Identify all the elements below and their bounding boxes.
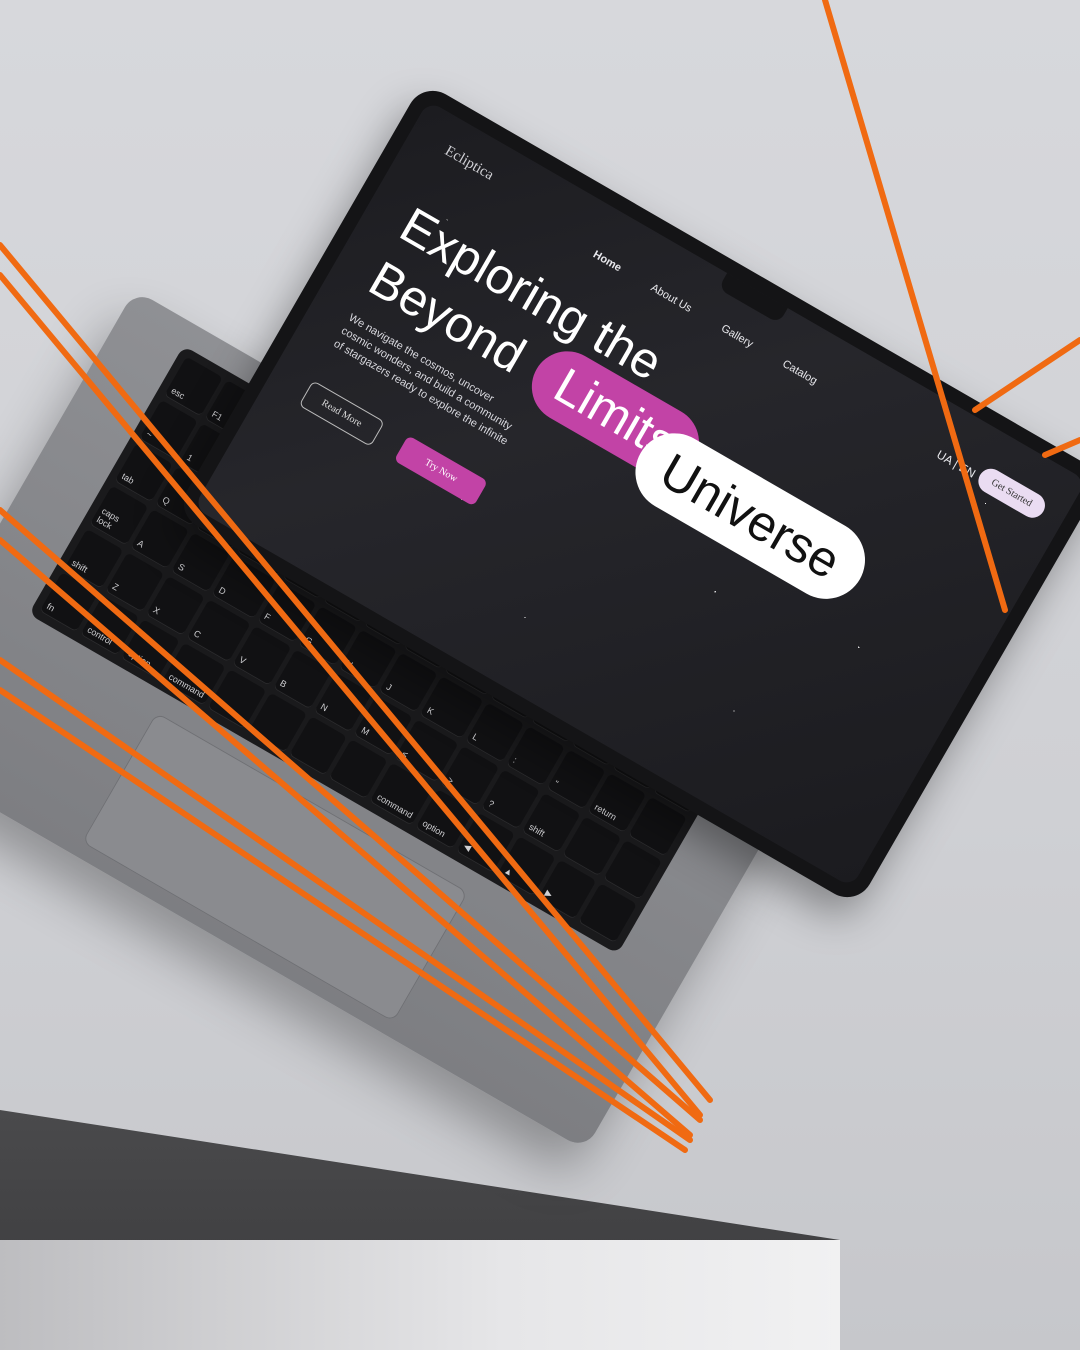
orange-cords	[0, 0, 1080, 1153]
cord-2	[0, 272, 703, 1118]
cord-6	[0, 687, 688, 1153]
cord-1	[0, 242, 713, 1103]
cord-4	[0, 537, 693, 1138]
scene: escF1F2F3F4F5F6F7F8F9F10F11F12~123456789…	[0, 0, 1080, 1350]
cord-5	[0, 657, 693, 1143]
cord-8	[972, 337, 1080, 413]
cord-3	[0, 507, 703, 1123]
cord-7	[822, 0, 1008, 613]
cord-9	[1042, 437, 1080, 458]
